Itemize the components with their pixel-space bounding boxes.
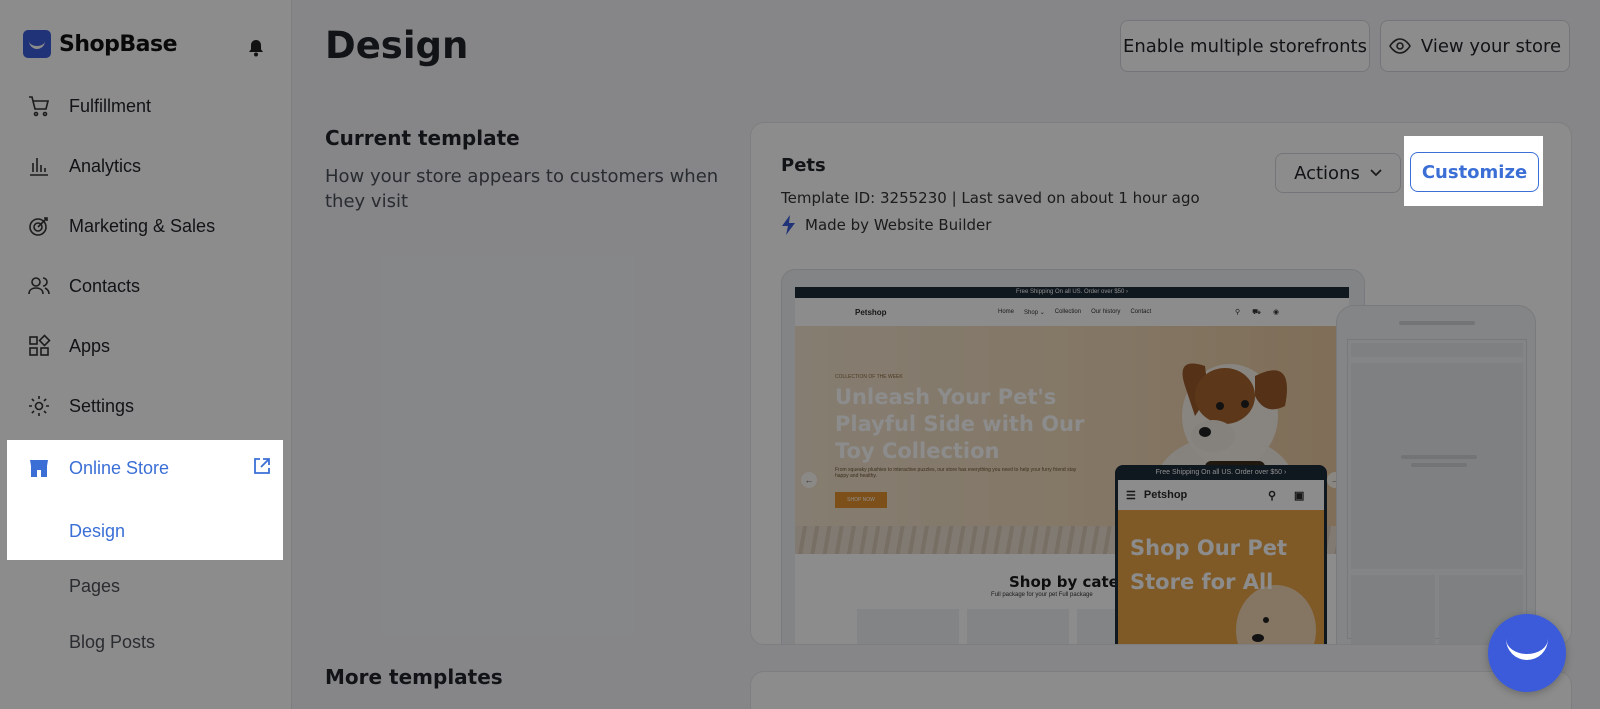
actions-label: Actions bbox=[1294, 162, 1360, 184]
enable-multiple-storefronts-button[interactable]: Enable multiple storefronts bbox=[1120, 20, 1370, 72]
customize-button[interactable]: Customize bbox=[1410, 152, 1539, 192]
phone-logo: Petshop bbox=[1143, 489, 1188, 501]
eye-icon bbox=[1388, 38, 1411, 54]
view-your-store-button[interactable]: View your store bbox=[1380, 20, 1570, 72]
sidebar-item-label: Contacts bbox=[69, 275, 141, 296]
sidebar-item-apps[interactable]: Apps bbox=[0, 324, 284, 368]
template-meta: Template ID: 3255230 | Last saved on abo… bbox=[781, 189, 1200, 207]
preview-nav: Petshop Home Shop ⌄ Collection Our histo… bbox=[795, 298, 1349, 326]
button-label: Enable multiple storefronts bbox=[1123, 35, 1367, 57]
made-by-label: Made by Website Builder bbox=[805, 216, 992, 234]
mobile-speaker bbox=[1399, 321, 1475, 325]
shopbase-logo-icon bbox=[23, 30, 51, 58]
made-by: Made by Website Builder bbox=[781, 215, 991, 235]
phone-promo-bar: Free Shipping On all US. Order over $50 … bbox=[1155, 469, 1287, 476]
preview-nav-link: Collection bbox=[1054, 308, 1082, 315]
preview-nav-link: Shop ⌄ bbox=[1024, 309, 1045, 316]
sidebar-subitem-pages-label[interactable]: Pages bbox=[69, 576, 120, 597]
target-icon bbox=[29, 217, 48, 236]
external-link-icon[interactable] bbox=[252, 456, 272, 476]
preview-nav-link: Contact bbox=[1130, 308, 1152, 315]
gear-icon bbox=[29, 396, 49, 416]
menu-icon: ☰ bbox=[1126, 489, 1136, 502]
chevron-down-icon bbox=[1370, 169, 1382, 177]
page-title: Design bbox=[325, 24, 469, 67]
sidebar-item-marketing[interactable]: Marketing & Sales bbox=[0, 204, 284, 248]
sidebar-item-label: Online Store bbox=[69, 457, 170, 478]
users-icon bbox=[28, 277, 50, 295]
sidebar-subitem-blog-posts-label[interactable]: Blog Posts bbox=[69, 632, 155, 653]
mobile-placeholder bbox=[1351, 575, 1435, 644]
sidebar-item-label: Fulfillment bbox=[69, 95, 152, 116]
sidebar-item-online-store[interactable]: Online Store bbox=[0, 446, 284, 490]
hero-tag: COLLECTION OF THE WEEK bbox=[835, 374, 903, 380]
sidebar-subitem-design[interactable]: Design bbox=[54, 506, 282, 556]
hero-shop-now-button: SHOP NOW bbox=[835, 492, 887, 508]
current-template-title: Current template bbox=[325, 126, 520, 150]
sidebar-item-label: Apps bbox=[69, 335, 111, 356]
bell-icon[interactable] bbox=[246, 38, 266, 58]
chat-support-icon[interactable] bbox=[1488, 614, 1566, 692]
sidebar-subitem-label: Design bbox=[69, 520, 126, 541]
bag-icon: ▣ bbox=[1294, 489, 1305, 502]
user-icon: ◉ bbox=[1272, 308, 1280, 316]
mobile-placeholder bbox=[1351, 343, 1523, 357]
lightning-icon bbox=[782, 215, 795, 235]
current-template-description: How your store appears to customers when… bbox=[325, 166, 719, 212]
preview-nav-link: Our history bbox=[1091, 308, 1121, 315]
sidebar-item-label: Marketing & Sales bbox=[69, 215, 216, 236]
hero-subtitle: From squeaky plushies to interactive puz… bbox=[835, 467, 1077, 479]
sidebar-item-label: Analytics bbox=[69, 155, 142, 176]
sidebar-item-label: Settings bbox=[69, 395, 135, 416]
sidebar-item-settings[interactable]: Settings bbox=[0, 384, 284, 428]
search-icon: ⚲ bbox=[1235, 308, 1241, 316]
preview-promo-bar: Free Shipping On all US. Order over $50 … bbox=[795, 287, 1349, 298]
hero-title: Unleash Your Pet's Playful Side with Our… bbox=[835, 385, 1085, 463]
shop-by-category-subtitle: Full package for your pet Full package bbox=[991, 592, 1093, 598]
phone-hero-title: Shop Our Pet Store for All bbox=[1130, 536, 1287, 594]
sidebar-item-fulfillment[interactable]: Fulfillment bbox=[0, 84, 284, 128]
highlight-online-store: Online Store Design bbox=[7, 440, 283, 560]
bar-chart-icon bbox=[30, 158, 48, 176]
mobile-placeholder-line bbox=[1411, 463, 1467, 467]
carousel-prev-icon: ← bbox=[801, 472, 817, 488]
cart-icon bbox=[29, 96, 50, 117]
more-templates-title: More templates bbox=[325, 665, 503, 689]
preview-logo: Petshop bbox=[855, 307, 887, 317]
sidebar-item-contacts[interactable]: Contacts bbox=[0, 264, 284, 308]
sidebar-item-analytics[interactable]: Analytics bbox=[0, 144, 284, 188]
highlight-customize: Customize bbox=[1404, 136, 1543, 206]
brand-name: ShopBase bbox=[59, 31, 178, 57]
brand-logo[interactable]: ShopBase bbox=[23, 30, 178, 58]
more-templates-card bbox=[750, 671, 1572, 709]
apps-grid-icon bbox=[29, 334, 51, 356]
button-label: View your store bbox=[1420, 35, 1562, 57]
cart-icon: ⛟ bbox=[1252, 308, 1261, 316]
actions-dropdown[interactable]: Actions bbox=[1275, 153, 1401, 193]
mobile-placeholder-line bbox=[1401, 455, 1477, 459]
search-icon: ⚲ bbox=[1268, 489, 1277, 502]
phone-preview: Free Shipping On all US. Order over $50 … bbox=[1115, 465, 1327, 644]
store-icon bbox=[30, 460, 48, 477]
preview-nav-link: Home bbox=[998, 308, 1015, 315]
template-name: Pets bbox=[781, 155, 826, 176]
phone-nav: ☰ Petshop ⚲ ▣ bbox=[1118, 480, 1324, 510]
